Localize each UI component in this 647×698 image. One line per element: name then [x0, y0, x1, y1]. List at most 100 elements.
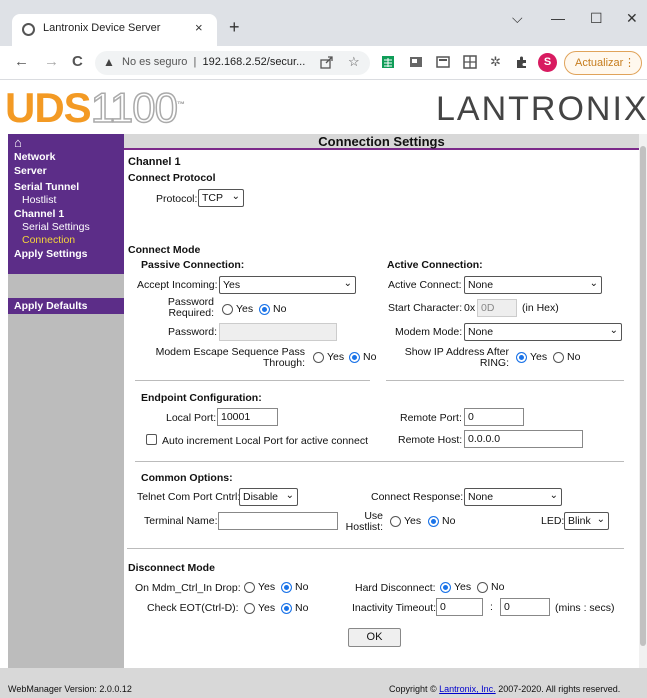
telnet-value: Disable	[243, 491, 279, 503]
flask-extension-icon[interactable]: ✲	[490, 54, 501, 70]
browser-tab[interactable]: Lantronix Device Server ×	[12, 14, 217, 46]
tab-search-icon[interactable]: ⌵	[512, 10, 523, 27]
sidebar-item-network[interactable]: Network	[14, 151, 55, 163]
inactivity-seconds-input[interactable]: 0	[500, 598, 550, 616]
sidebar-item-serial-settings[interactable]: Serial Settings	[22, 221, 90, 233]
password-required-label-2: Required:	[168, 307, 214, 319]
chevron-down-icon: ⌄	[589, 278, 598, 289]
extension-icon[interactable]	[409, 55, 423, 69]
footer: WebManager Version: 2.0.0.12 Copyright ©…	[0, 668, 647, 698]
protocol-label: Protocol:	[156, 193, 198, 205]
screen-extension-icon[interactable]	[436, 55, 450, 69]
inactivity-separator: :	[490, 601, 493, 613]
remote-host-input[interactable]: 0.0.0.0	[464, 430, 583, 448]
remote-port-label: Remote Port:	[400, 412, 462, 424]
page-title: Connection Settings	[318, 134, 445, 149]
home-icon[interactable]: ⌂	[14, 135, 22, 150]
use-hostlist-yes-label: Yes	[404, 515, 422, 527]
profile-avatar[interactable]: S	[538, 53, 557, 72]
modem-escape-no-radio[interactable]	[349, 352, 360, 363]
hard-disconnect-no-radio[interactable]	[477, 582, 488, 593]
password-required-no-label: No	[273, 303, 287, 315]
back-icon[interactable]: ←	[14, 53, 29, 70]
close-window-icon[interactable]: ✕	[626, 10, 638, 27]
modem-mode-select[interactable]: None ⌄	[464, 323, 622, 341]
use-hostlist-label-2: Hostlist:	[345, 521, 383, 533]
use-hostlist-no-radio[interactable]	[428, 516, 439, 527]
password-required-no-radio[interactable]	[259, 304, 270, 315]
new-tab-icon[interactable]: +	[229, 17, 240, 38]
sidebar-item-serial-tunnel[interactable]: Serial Tunnel	[14, 181, 79, 193]
connect-response-value: None	[468, 491, 494, 503]
update-button[interactable]: Actualizar ⋮	[564, 51, 642, 75]
active-connect-label: Active Connect:	[388, 279, 462, 291]
start-character-input[interactable]: 0D	[477, 299, 517, 317]
sheets-extension-icon[interactable]	[381, 55, 395, 69]
minimize-icon[interactable]: —	[551, 10, 565, 26]
on-mdm-yes-radio[interactable]	[244, 582, 255, 593]
puzzle-icon[interactable]	[515, 55, 529, 69]
grid-extension-icon[interactable]	[463, 55, 477, 69]
accept-incoming-select[interactable]: Yes ⌄	[219, 276, 356, 294]
terminal-name-input[interactable]	[218, 512, 338, 530]
use-hostlist-yes-radio[interactable]	[390, 516, 401, 527]
chevron-down-icon: ⌄	[596, 514, 605, 525]
share-icon[interactable]	[320, 55, 334, 69]
passive-connection-heading: Passive Connection:	[141, 259, 245, 271]
use-hostlist-no-label: No	[442, 515, 456, 527]
led-label: LED:	[541, 515, 565, 527]
protocol-select[interactable]: TCP ⌄	[198, 189, 244, 207]
sidebar-item-apply-settings[interactable]: Apply Settings	[14, 248, 88, 260]
active-connect-select[interactable]: None ⌄	[464, 276, 602, 294]
connect-response-select[interactable]: None ⌄	[464, 488, 562, 506]
tab-close-icon[interactable]: ×	[195, 20, 203, 35]
active-connection-heading: Active Connection:	[387, 259, 483, 271]
forward-icon[interactable]: →	[44, 53, 59, 70]
maximize-icon[interactable]: ☐	[590, 10, 603, 27]
tab-title: Lantronix Device Server	[43, 22, 161, 34]
sidebar-item-connection[interactable]: Connection	[22, 234, 75, 246]
sidebar-item-channel-1[interactable]: Channel 1	[14, 208, 64, 220]
browser-tabstrip: Lantronix Device Server × + ⌵ — ☐ ✕	[0, 0, 647, 46]
check-eot-no-radio[interactable]	[281, 603, 292, 614]
on-mdm-label: On Mdm_Ctrl_In Drop:	[135, 582, 241, 594]
show-ip-yes-radio[interactable]	[516, 352, 527, 363]
accept-incoming-value: Yes	[223, 279, 241, 291]
remote-port-input[interactable]: 0	[464, 408, 524, 426]
led-select[interactable]: Blink ⌄	[564, 512, 609, 530]
auto-increment-checkbox[interactable]	[146, 434, 157, 445]
password-input[interactable]	[219, 323, 337, 341]
local-port-input[interactable]: 10001	[217, 408, 278, 426]
on-mdm-no-radio[interactable]	[281, 582, 292, 593]
lantronix-link[interactable]: Lantronix, Inc.	[439, 684, 496, 694]
inactivity-timeout-label: Inactivity Timeout:	[352, 602, 437, 614]
sidebar-item-apply-defaults[interactable]: Apply Defaults	[14, 300, 88, 312]
update-label: Actualizar	[575, 57, 624, 69]
connect-mode-heading: Connect Mode	[128, 244, 201, 256]
sidebar-item-server[interactable]: Server	[14, 165, 47, 177]
password-required-yes-radio[interactable]	[222, 304, 233, 315]
modem-escape-no-label: No	[363, 351, 377, 363]
modem-mode-value: None	[468, 326, 494, 338]
check-eot-yes-radio[interactable]	[244, 603, 255, 614]
ok-button[interactable]: OK	[348, 628, 401, 647]
copyright-text: Copyright © Lantronix, Inc. 2007-2020. A…	[389, 684, 620, 694]
hard-disconnect-label: Hard Disconnect:	[355, 582, 436, 594]
sidebar-item-hostlist[interactable]: Hostlist	[22, 194, 56, 206]
hard-disconnect-yes-radio[interactable]	[440, 582, 451, 593]
security-text: No es seguro	[122, 56, 188, 68]
show-ip-no-label: No	[567, 351, 581, 363]
hard-disconnect-no-label: No	[491, 581, 505, 593]
reload-icon[interactable]: C	[72, 53, 83, 70]
menu-icon: ⋮	[624, 57, 635, 69]
modem-escape-yes-radio[interactable]	[313, 352, 324, 363]
star-icon[interactable]: ☆	[348, 54, 360, 70]
chevron-down-icon: ⌄	[231, 191, 240, 202]
telnet-select[interactable]: Disable ⌄	[239, 488, 298, 506]
scrollbar-thumb[interactable]	[640, 146, 646, 646]
start-character-prefix: 0x	[464, 302, 476, 314]
model-prefix: UDS	[5, 84, 92, 131]
inactivity-minutes-input[interactable]: 0	[436, 598, 483, 616]
show-ip-no-radio[interactable]	[553, 352, 564, 363]
on-mdm-no-label: No	[295, 581, 309, 593]
